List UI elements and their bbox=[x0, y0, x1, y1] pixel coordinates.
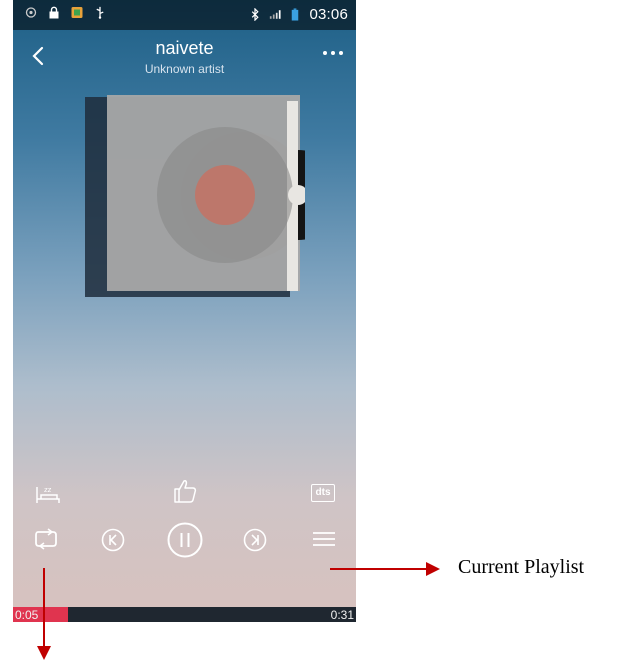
clock-time: 03:06 bbox=[309, 6, 348, 23]
album-art bbox=[85, 95, 305, 297]
thumbs-up-icon[interactable] bbox=[173, 478, 197, 504]
repeat-icon[interactable] bbox=[33, 528, 59, 550]
notification-circle-icon bbox=[25, 7, 37, 18]
track-title: naivete bbox=[155, 38, 214, 58]
dts-icon[interactable]: dts bbox=[311, 484, 335, 502]
track-artist: Unknown artist bbox=[144, 62, 225, 76]
previous-icon[interactable] bbox=[101, 528, 125, 552]
usb-icon bbox=[96, 6, 104, 19]
bluetooth-icon bbox=[252, 8, 260, 21]
sleep-timer-icon[interactable]: zz bbox=[35, 483, 61, 505]
elapsed-time: 0:05 bbox=[15, 608, 39, 622]
battery-icon bbox=[292, 8, 299, 21]
lock-icon bbox=[49, 6, 59, 19]
more-dots-icon[interactable] bbox=[322, 50, 344, 56]
playlist-annotation-label: Current Playlist bbox=[458, 556, 585, 578]
app-notification-icon bbox=[71, 7, 83, 18]
signal-icon bbox=[270, 10, 282, 19]
status-bar: 03:06 bbox=[13, 0, 356, 30]
svg-text:zz: zz bbox=[44, 486, 52, 494]
pause-icon[interactable] bbox=[167, 522, 203, 558]
music-player-screen: 03:06 naivete Unknown artist zz dts 0:05… bbox=[13, 0, 356, 622]
repeat-annotation-arrowhead bbox=[37, 646, 51, 660]
playlist-annotation-arrowhead bbox=[426, 562, 440, 576]
total-time: 0:31 bbox=[330, 608, 354, 622]
next-icon[interactable] bbox=[243, 528, 267, 552]
playlist-icon[interactable] bbox=[312, 530, 336, 548]
